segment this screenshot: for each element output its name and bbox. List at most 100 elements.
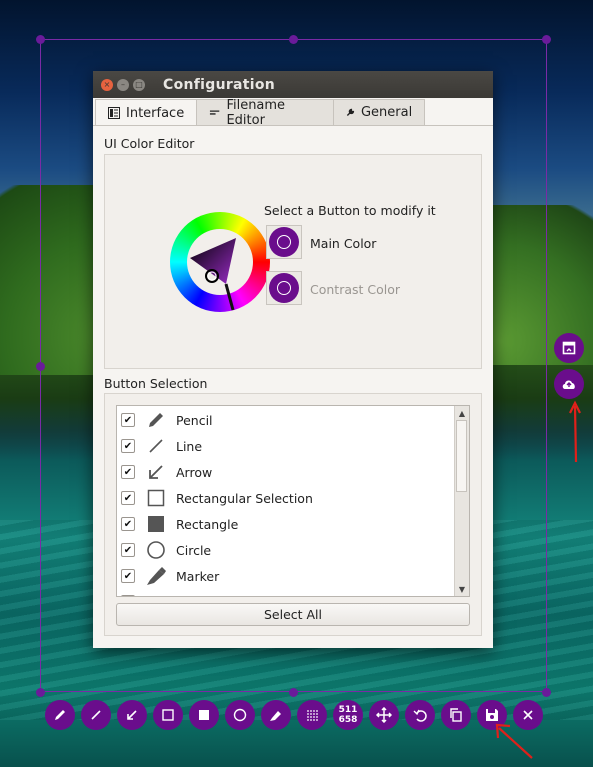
pencil-icon xyxy=(149,413,163,427)
handle-bottom[interactable] xyxy=(289,688,298,697)
move-tool[interactable] xyxy=(369,700,399,730)
list-item-label: Pencil xyxy=(176,412,213,428)
list-item-label: Rectangle xyxy=(176,516,239,532)
list-item[interactable]: ✔ Circle xyxy=(117,537,455,563)
circle-icon xyxy=(147,541,165,559)
checkbox[interactable]: ✔ xyxy=(121,491,135,505)
title-bar: × – □ Configuration xyxy=(93,71,493,98)
swatch-ring-icon xyxy=(277,281,291,295)
tab-label: Filename Editor xyxy=(226,97,286,128)
window-maximize-button[interactable]: □ xyxy=(133,78,145,91)
list-item[interactable]: ✔ Pencil xyxy=(117,407,455,433)
tab-divider xyxy=(93,125,493,126)
scroll-up-icon[interactable]: ▲ xyxy=(455,406,469,420)
copy-icon xyxy=(450,708,462,722)
window-minimize-button[interactable]: – xyxy=(117,78,129,91)
arrow-icon xyxy=(149,465,163,479)
list-item[interactable]: ✔ Marker xyxy=(117,563,455,589)
checkbox[interactable]: ✔ xyxy=(121,517,135,531)
swatch-ring-icon xyxy=(277,235,291,249)
circle-tool[interactable] xyxy=(225,700,255,730)
marker-icon xyxy=(147,567,166,585)
maximize-icon: □ xyxy=(135,80,143,89)
annotation-arrow-save xyxy=(495,723,533,759)
checkbox[interactable]: ✔ xyxy=(121,543,135,557)
line-icon xyxy=(91,710,101,720)
color-editor-label: UI Color Editor xyxy=(104,136,195,151)
color-triangle[interactable] xyxy=(170,212,270,332)
handle-top-left[interactable] xyxy=(36,35,45,44)
scroll-thumb[interactable] xyxy=(456,420,467,492)
arrow-tool[interactable] xyxy=(117,700,147,730)
checkbox[interactable]: ✔ xyxy=(121,569,135,583)
tab-label: General xyxy=(360,105,413,120)
checkbox[interactable]: ✔ xyxy=(121,439,135,453)
open-app-button[interactable] xyxy=(554,333,584,363)
tab-bar: Interface Filename Editor General xyxy=(95,97,426,128)
list-item-label: Arrow xyxy=(176,464,213,480)
arrow-icon xyxy=(127,710,137,720)
handle-top-right[interactable] xyxy=(542,35,551,44)
minimize-icon: – xyxy=(121,80,125,89)
list-item[interactable]: ✔ Rectangle xyxy=(117,511,455,537)
handle-top[interactable] xyxy=(289,35,298,44)
button-selection-label: Button Selection xyxy=(104,376,208,391)
contrast-color-button[interactable] xyxy=(266,271,302,305)
filename-editor-icon xyxy=(210,109,220,115)
checkbox[interactable]: ✔ xyxy=(121,465,135,479)
size-width: 511 xyxy=(338,705,358,715)
color-wheel[interactable] xyxy=(170,212,270,312)
rect-selection-tool[interactable] xyxy=(153,700,183,730)
tab-filename-editor[interactable]: Filename Editor xyxy=(196,97,335,128)
pencil-tool[interactable] xyxy=(45,700,75,730)
rectangle-tool[interactable] xyxy=(189,700,219,730)
line-icon xyxy=(149,439,163,453)
rectangle-outline-icon xyxy=(162,709,174,721)
copy-tool[interactable] xyxy=(441,700,471,730)
undo-tool[interactable] xyxy=(405,700,435,730)
annotation-arrow-upload xyxy=(569,400,581,463)
list-item-label: Marker xyxy=(176,568,220,584)
main-color-label: Main Color xyxy=(310,236,377,251)
tab-label: Interface xyxy=(126,105,185,121)
button-list[interactable]: ✔ Pencil ✔ Line ✔ Arrow ✔ Rectangular Se… xyxy=(116,405,470,597)
wrench-icon xyxy=(347,108,355,117)
list-item[interactable]: ✔ Arrow xyxy=(117,459,455,485)
handle-bottom-right[interactable] xyxy=(542,688,551,697)
main-color-swatch xyxy=(269,227,299,257)
list-item[interactable]: ✔ Line xyxy=(117,433,455,459)
window-close-button[interactable]: × xyxy=(101,78,113,91)
scroll-down-icon[interactable]: ▼ xyxy=(455,582,469,596)
list-scrollbar[interactable]: ▲ ▼ xyxy=(454,406,469,596)
tab-interface[interactable]: Interface xyxy=(95,99,198,126)
window-title: Configuration xyxy=(163,76,276,93)
undo-icon xyxy=(413,709,427,722)
open-app-icon xyxy=(562,341,576,355)
configuration-window: × – □ Configuration Interface Filename E… xyxy=(93,71,493,648)
upload-button[interactable] xyxy=(554,369,584,399)
checkbox[interactable]: ✔ xyxy=(121,413,135,427)
select-all-button[interactable]: Select All xyxy=(116,603,470,626)
checkbox[interactable] xyxy=(121,595,135,596)
main-color-button[interactable] xyxy=(266,225,302,259)
rectangle-outline-icon xyxy=(147,489,165,507)
handle-bottom-left[interactable] xyxy=(36,688,45,697)
list-item-label: Circle xyxy=(176,542,212,558)
handle-left[interactable] xyxy=(36,362,45,371)
color-editor-group: Select a Button to modify it Main Color … xyxy=(104,154,482,369)
rectangle-filled-icon xyxy=(199,710,209,720)
list-item-partial[interactable] xyxy=(117,589,455,596)
tab-general[interactable]: General xyxy=(333,99,426,125)
save-icon xyxy=(486,709,498,721)
marker-tool[interactable] xyxy=(261,700,291,730)
pencil-icon xyxy=(55,710,65,720)
line-tool[interactable] xyxy=(81,700,111,730)
close-icon: × xyxy=(103,80,111,89)
list-item[interactable]: ✔ Rectangular Selection xyxy=(117,485,455,511)
size-height: 658 xyxy=(338,715,358,725)
close-icon xyxy=(523,710,533,720)
color-instruction: Select a Button to modify it xyxy=(264,203,436,218)
blur-tool[interactable] xyxy=(297,700,327,730)
move-icon xyxy=(376,707,392,723)
circle-icon xyxy=(233,708,247,722)
